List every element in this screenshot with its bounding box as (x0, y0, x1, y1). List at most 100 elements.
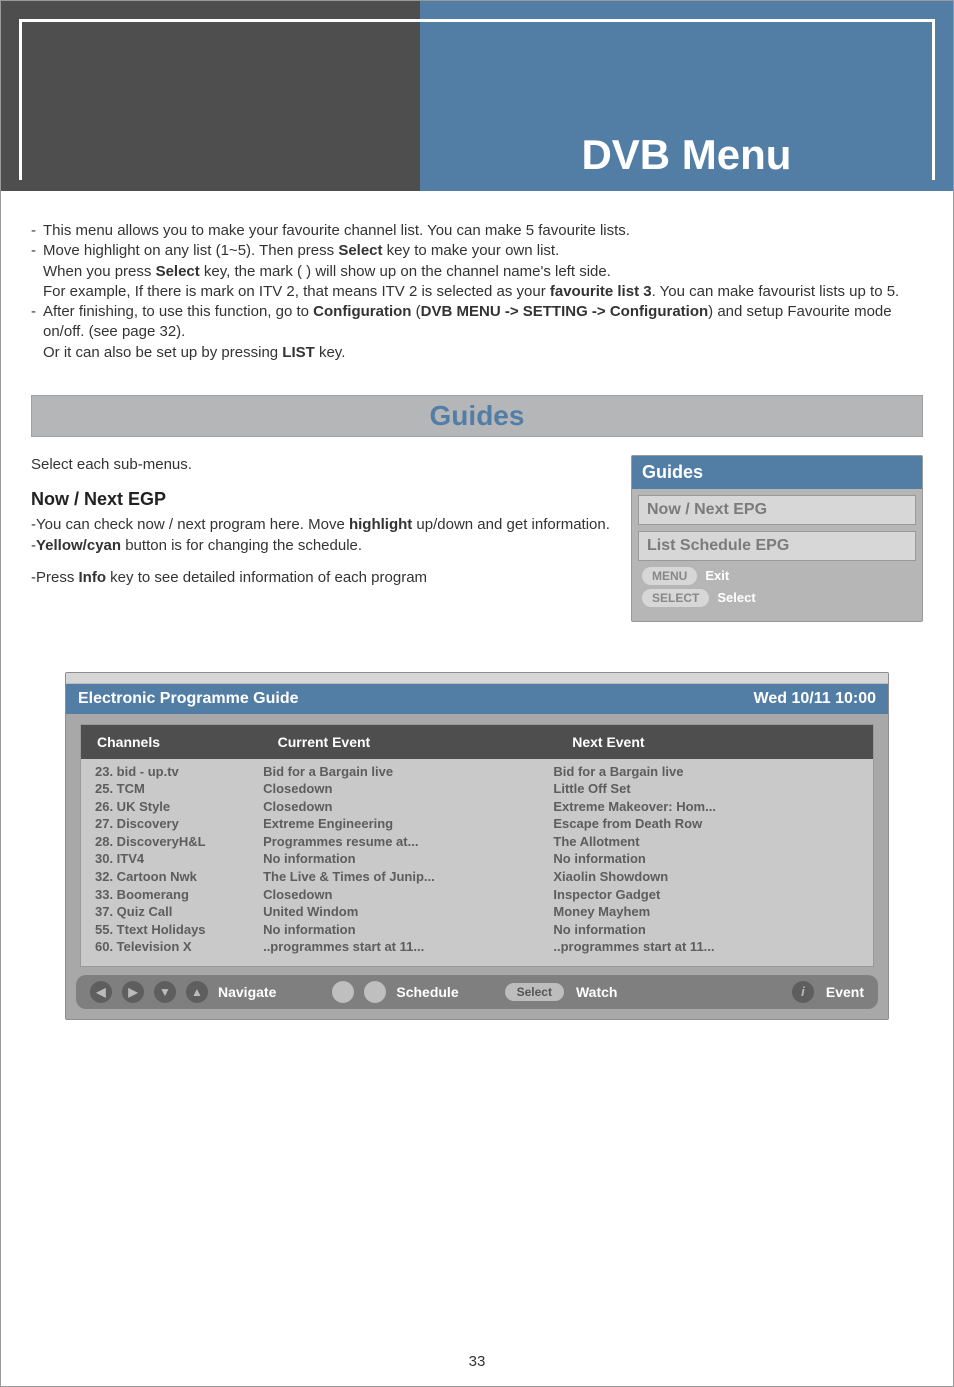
guides-panel-item-now-next[interactable]: Now / Next EPG (638, 495, 916, 525)
epg-cell-channel: 27. Discovery (95, 815, 263, 833)
epg-col-channels: Channels (85, 729, 266, 755)
header-dark-block (1, 1, 420, 191)
guides-text-block: Select each sub-menus. Now / Next EGP - … (31, 455, 631, 588)
cyan-button-icon[interactable] (364, 981, 386, 1003)
epg-cell-next: Inspector Gadget (553, 886, 859, 904)
table-row[interactable]: 26. UK StyleClosedownExtreme Makeover: H… (95, 798, 859, 816)
guides-b1c: up/down and get information. (412, 516, 610, 533)
intro-line5b: Configuration (313, 303, 411, 320)
menu-pill-icon[interactable]: MENU (642, 567, 697, 585)
epg-col-current: Current Event (266, 729, 561, 755)
table-row[interactable]: 32. Cartoon NwkThe Live & Times of Junip… (95, 868, 859, 886)
epg-cell-current: Closedown (263, 798, 553, 816)
table-row[interactable]: 23. bid - up.tvBid for a Bargain liveBid… (95, 763, 859, 781)
table-row[interactable]: 33. BoomerangClosedownInspector Gadget (95, 886, 859, 904)
epg-cell-channel: 30. ITV4 (95, 850, 263, 868)
guides-section-title: Guides (31, 395, 923, 437)
intro-line3c: key, the mark ( ) will show up on the ch… (200, 263, 611, 280)
epg-panel: Electronic Programme Guide Wed 10/11 10:… (65, 672, 889, 1020)
intro-line6c: key. (315, 344, 346, 361)
intro-line4c: . You can make favourist lists up to 5. (652, 283, 900, 300)
page-title: DVB Menu (420, 1, 953, 191)
epg-cell-next: Little Off Set (553, 780, 859, 798)
epg-column-header: Channels Current Event Next Event (81, 725, 873, 759)
intro-line3a: When you press (43, 263, 156, 280)
intro-line2b: Select (338, 242, 382, 259)
intro-line5d: DVB MENU -> SETTING -> Configuration (421, 303, 709, 320)
intro-line2c: key to make your own list. (383, 242, 560, 259)
epg-cell-channel: 37. Quiz Call (95, 903, 263, 921)
epg-footer-schedule: Schedule (396, 984, 458, 1000)
epg-cell-current: The Live & Times of Junip... (263, 868, 553, 886)
intro-line4b: favourite list 3 (550, 283, 652, 300)
page-header: DVB Menu (1, 1, 953, 191)
epg-cell-current: Programmes resume at... (263, 833, 553, 851)
intro-text: - This menu allows you to make your favo… (31, 221, 923, 363)
guides-b1a: You can check now / next program here. M… (36, 516, 349, 533)
epg-cell-channel: 60. Television X (95, 938, 263, 956)
intro-line2a: Move highlight on any list (1~5). Then p… (43, 242, 338, 259)
guides-panel-item-list-schedule[interactable]: List Schedule EPG (638, 531, 916, 561)
epg-title: Electronic Programme Guide (78, 690, 299, 708)
select-pill-icon[interactable]: SELECT (642, 589, 709, 607)
epg-footer-watch: Watch (576, 984, 617, 1000)
epg-footer-event: Event (826, 984, 864, 1000)
guides-b3c: key to see detailed information of each … (106, 569, 427, 586)
guides-panel: Guides Now / Next EPG List Schedule EPG … (631, 455, 923, 622)
yellow-button-icon[interactable] (332, 981, 354, 1003)
intro-line1: This menu allows you to make your favour… (43, 222, 630, 239)
guides-b2a: Yellow/cyan (36, 537, 121, 554)
table-row[interactable]: 25. TCMClosedownLittle Off Set (95, 780, 859, 798)
epg-footer-navigate: Navigate (218, 984, 276, 1000)
epg-cell-channel: 28. DiscoveryH&L (95, 833, 263, 851)
epg-cell-next: Bid for a Bargain live (553, 763, 859, 781)
guides-b3b: Info (79, 569, 107, 586)
epg-cell-next: No information (553, 850, 859, 868)
epg-cell-channel: 55. Ttext Holidays (95, 921, 263, 939)
table-row[interactable]: 28. DiscoveryH&LProgrammes resume at...T… (95, 833, 859, 851)
info-icon[interactable]: i (792, 981, 814, 1003)
intro-line6b: LIST (282, 344, 315, 361)
table-row[interactable]: 27. DiscoveryExtreme EngineeringEscape f… (95, 815, 859, 833)
guides-b1b: highlight (349, 516, 412, 533)
epg-cell-current: No information (263, 850, 553, 868)
menu-pill-label: Exit (705, 568, 729, 583)
epg-cell-channel: 26. UK Style (95, 798, 263, 816)
intro-line4a: For example, If there is mark on ITV 2, … (43, 283, 550, 300)
table-row[interactable]: 37. Quiz CallUnited WindomMoney Mayhem (95, 903, 859, 921)
epg-col-next: Next Event (560, 729, 869, 755)
epg-cell-current: Bid for a Bargain live (263, 763, 553, 781)
table-row[interactable]: 55. Ttext HolidaysNo informationNo infor… (95, 921, 859, 939)
intro-line6a: Or it can also be set up by pressing (43, 344, 282, 361)
select-hint-icon[interactable]: Select (505, 983, 564, 1001)
up-arrow-icon[interactable]: ▲ (186, 981, 208, 1003)
left-arrow-icon[interactable]: ◀ (90, 981, 112, 1003)
epg-cell-next: Xiaolin Showdown (553, 868, 859, 886)
epg-cell-channel: 32. Cartoon Nwk (95, 868, 263, 886)
intro-line3b: Select (156, 263, 200, 280)
epg-cell-current: Closedown (263, 886, 553, 904)
guides-heading: Now / Next EGP (31, 487, 615, 511)
table-row[interactable]: 30. ITV4No informationNo information (95, 850, 859, 868)
epg-cell-current: No information (263, 921, 553, 939)
guides-b2b: button is for changing the schedule. (121, 537, 362, 554)
epg-cell-next: ..programmes start at 11... (553, 938, 859, 956)
down-arrow-icon[interactable]: ▼ (154, 981, 176, 1003)
intro-line5c: ( (411, 303, 420, 320)
epg-cell-current: United Windom (263, 903, 553, 921)
epg-cell-current: Extreme Engineering (263, 815, 553, 833)
page-number: 33 (1, 1353, 953, 1370)
epg-cell-channel: 25. TCM (95, 780, 263, 798)
epg-footer: ◀ ▶ ▼ ▲ Navigate Schedule Select Watch i… (76, 975, 878, 1009)
epg-cell-next: No information (553, 921, 859, 939)
epg-table: Channels Current Event Next Event 23. bi… (81, 725, 873, 966)
epg-cell-current: ..programmes start at 11... (263, 938, 553, 956)
right-arrow-icon[interactable]: ▶ (122, 981, 144, 1003)
guides-panel-title: Guides (632, 456, 922, 489)
epg-datetime: Wed 10/11 10:00 (754, 690, 876, 708)
table-row[interactable]: 60. Television X..programmes start at 11… (95, 938, 859, 956)
epg-cell-channel: 33. Boomerang (95, 886, 263, 904)
guides-select-each: Select each sub-menus. (31, 455, 615, 475)
select-pill-label: Select (717, 590, 755, 605)
epg-cell-next: Escape from Death Row (553, 815, 859, 833)
